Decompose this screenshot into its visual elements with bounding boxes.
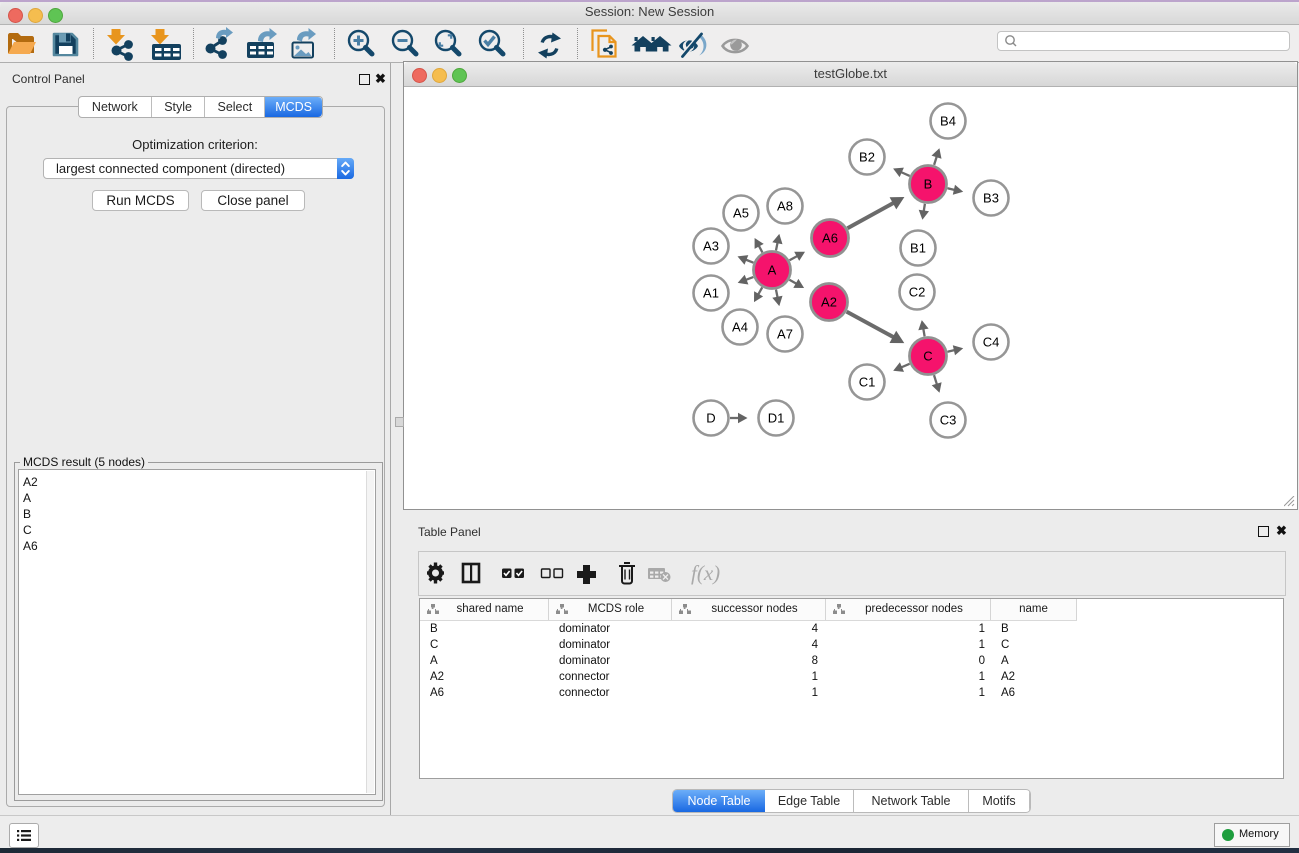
svg-text:B: B [924, 177, 933, 192]
svg-text:B2: B2 [859, 150, 875, 165]
svg-text:C1: C1 [859, 375, 876, 390]
svg-text:D1: D1 [768, 411, 785, 426]
svg-text:A7: A7 [777, 327, 793, 342]
svg-text:A2: A2 [821, 295, 837, 310]
svg-text:C: C [923, 349, 932, 364]
svg-text:C2: C2 [909, 285, 926, 300]
svg-text:B3: B3 [983, 191, 999, 206]
svg-text:D: D [706, 411, 715, 426]
svg-text:A5: A5 [733, 206, 749, 221]
svg-text:C3: C3 [940, 413, 957, 428]
svg-text:B1: B1 [910, 241, 926, 256]
svg-text:A8: A8 [777, 199, 793, 214]
svg-text:A: A [768, 263, 777, 278]
svg-text:C4: C4 [983, 335, 1000, 350]
svg-text:A6: A6 [822, 231, 838, 246]
svg-text:A3: A3 [703, 239, 719, 254]
svg-text:f(x): f(x) [691, 561, 720, 585]
svg-text:B4: B4 [940, 114, 956, 129]
svg-text:A4: A4 [732, 320, 748, 335]
svg-text:A1: A1 [703, 286, 719, 301]
